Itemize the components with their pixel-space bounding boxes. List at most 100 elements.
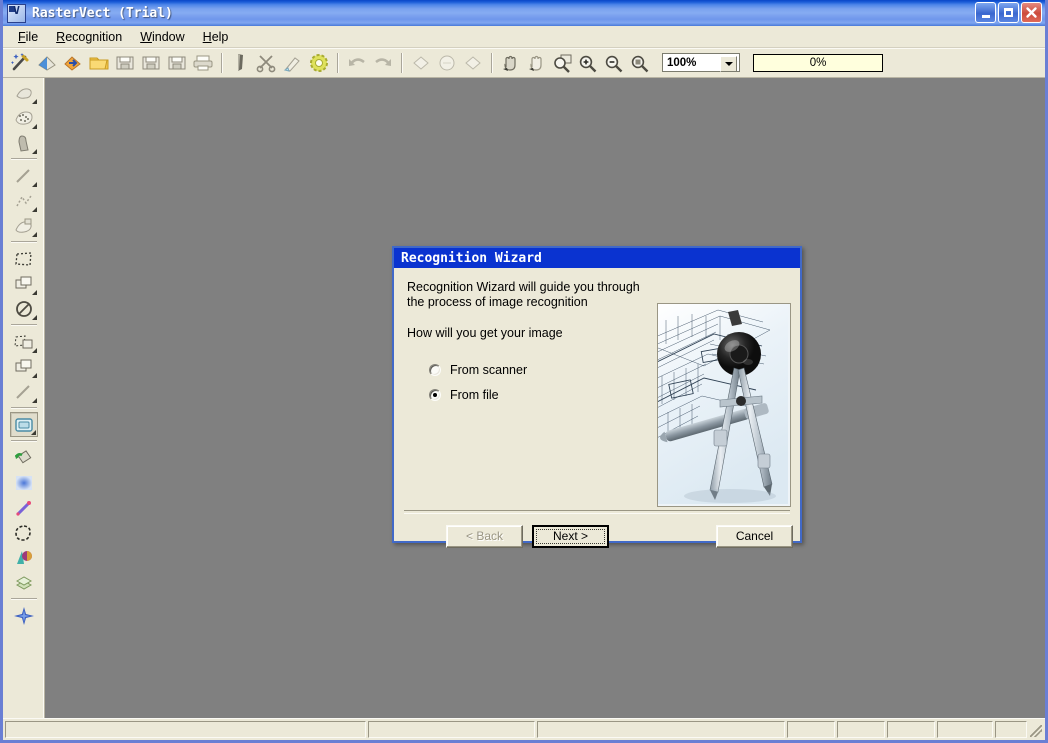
tools-separator (10, 158, 37, 160)
dropdown-triangle-icon (31, 124, 37, 129)
save-all-icon[interactable] (164, 51, 189, 75)
open-file-icon[interactable] (86, 51, 111, 75)
toolbar-separator (221, 52, 223, 73)
despeckle-icon[interactable] (306, 51, 331, 75)
toolbar-separator (337, 52, 339, 73)
dropdown-triangle-icon (31, 207, 37, 212)
zoom-out-icon[interactable] (602, 51, 627, 75)
window-titlebar: RasterVect (Trial) (3, 0, 1045, 26)
dialog-separator (404, 510, 790, 514)
status-panel-7 (937, 721, 993, 738)
tool-duplicate[interactable] (10, 354, 38, 379)
print-icon[interactable] (190, 51, 215, 75)
import-raster-icon[interactable] (34, 51, 59, 75)
tool-frame-select[interactable] (9, 412, 38, 437)
tool-copy-region[interactable] (10, 271, 38, 296)
tools-separator (10, 440, 37, 442)
zoom-level-combo[interactable]: 100% (662, 53, 740, 72)
tool-color-picker[interactable] (10, 545, 38, 570)
tool-move-region[interactable] (10, 329, 38, 354)
menu-window[interactable]: Window (131, 28, 193, 46)
undo-icon[interactable] (344, 51, 369, 75)
recognition-wizard-icon[interactable] (8, 51, 33, 75)
tool-select-halftone[interactable] (10, 105, 38, 130)
radio-from-scanner-dot[interactable] (429, 364, 441, 376)
status-panel-message (5, 721, 366, 738)
tool-line[interactable] (10, 163, 38, 188)
dropdown-triangle-icon (31, 398, 37, 403)
tool-layers[interactable] (10, 570, 38, 595)
tool-eraser-area[interactable] (10, 213, 38, 238)
menu-recognition[interactable]: Recognition (47, 28, 131, 46)
rastervect-icon (7, 3, 26, 23)
zoom-window-icon[interactable] (550, 51, 575, 75)
rotate-left-icon[interactable] (408, 51, 433, 75)
status-panel-4 (787, 721, 835, 738)
maximize-icon (1004, 8, 1013, 17)
menubar: File Recognition Window Help (3, 26, 1045, 48)
status-panel-3 (537, 721, 785, 738)
radio-from-scanner-label: From scanner (450, 363, 528, 377)
tool-airbrush[interactable] (10, 130, 38, 155)
pan-light-icon[interactable] (524, 51, 549, 75)
close-button[interactable] (1021, 2, 1042, 23)
redo-icon[interactable] (370, 51, 395, 75)
tool-gradient[interactable] (10, 470, 38, 495)
progress-value: 0% (809, 56, 827, 69)
tool-lasso[interactable] (10, 520, 38, 545)
tool-snap[interactable] (10, 603, 38, 628)
save-icon[interactable] (112, 51, 137, 75)
tools-separator (10, 598, 37, 600)
tools-separator (10, 407, 37, 409)
tools-toolbar (3, 78, 45, 718)
dropdown-triangle-icon (31, 315, 37, 320)
progress-bar: 0% (753, 53, 883, 72)
tool-polyline[interactable] (10, 188, 38, 213)
status-panel-6 (887, 721, 935, 738)
pan-icon[interactable] (498, 51, 523, 75)
next-button[interactable]: Next > (532, 524, 609, 548)
dialog-body: Recognition Wizard will guide you throug… (394, 268, 800, 548)
menu-file[interactable]: File (9, 28, 47, 46)
dialog-titlebar: Recognition Wizard (394, 248, 800, 268)
main-toolbar: 100% 0% (3, 48, 1045, 78)
dropdown-triangle-icon (31, 149, 37, 154)
tools-separator (10, 241, 37, 243)
tool-forbid[interactable] (10, 296, 38, 321)
menu-help[interactable]: Help (194, 28, 238, 46)
radio-from-file-dot[interactable] (429, 389, 441, 401)
cancel-button[interactable]: Cancel (716, 524, 793, 548)
blueprint-compass-image (657, 303, 791, 507)
minimize-button[interactable] (975, 2, 996, 23)
tool-pencil[interactable] (10, 495, 38, 520)
deskew-icon[interactable] (434, 51, 459, 75)
focus-outline (536, 528, 605, 544)
chevron-down-icon[interactable] (720, 56, 737, 72)
dropdown-triangle-icon (31, 290, 37, 295)
dropdown-triangle-icon (31, 232, 37, 237)
resize-grip[interactable] (1029, 721, 1043, 738)
rotate-right-icon[interactable] (460, 51, 485, 75)
dialog-paragraph-2: How will you get your image (407, 326, 563, 340)
recognition-wizard-dialog: Recognition Wizard Recognition Wizard wi… (392, 246, 802, 548)
window-title: RasterVect (Trial) (32, 5, 173, 21)
back-button[interactable]: < Back (446, 524, 523, 548)
tool-rect-select[interactable] (10, 246, 38, 271)
clean-icon[interactable] (280, 51, 305, 75)
tool-line-2[interactable] (10, 379, 38, 404)
maximize-button[interactable] (998, 2, 1019, 23)
zoom-fit-icon[interactable] (628, 51, 653, 75)
radio-from-file-label: From file (450, 388, 499, 402)
export-vector-icon[interactable] (60, 51, 85, 75)
dialog-title: Recognition Wizard (401, 250, 542, 266)
tool-select-raster[interactable] (10, 80, 38, 105)
dropdown-triangle-icon (31, 182, 37, 187)
zoom-in-icon[interactable] (576, 51, 601, 75)
dropdown-triangle-icon (31, 99, 37, 104)
tool-fill-bucket[interactable] (10, 445, 38, 470)
cut-raster-icon[interactable] (228, 51, 253, 75)
scissors-icon[interactable] (254, 51, 279, 75)
dropdown-triangle-icon (31, 348, 37, 353)
statusbar (3, 718, 1045, 740)
save-as-icon[interactable] (138, 51, 163, 75)
